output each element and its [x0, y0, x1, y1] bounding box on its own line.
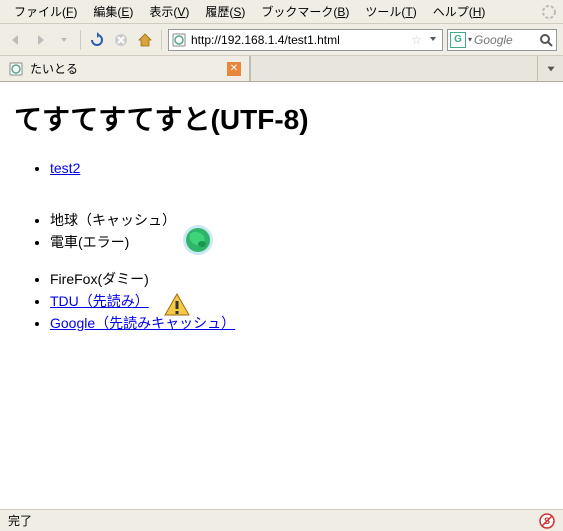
status-bar: 完了 S [0, 509, 563, 531]
tab-spacer [250, 56, 537, 81]
search-input[interactable] [474, 33, 536, 47]
link-google[interactable]: Google（先読みキャッシュ） [50, 315, 235, 331]
throbber-icon [541, 4, 557, 20]
list-item: Google（先読みキャッシュ） [50, 313, 549, 334]
list-item: test2 [50, 158, 549, 179]
page-icon [171, 32, 187, 48]
page-heading: てすてすてすと(UTF-8) [14, 98, 549, 138]
menu-view[interactable]: 表示(V) [141, 1, 197, 22]
link-test2[interactable]: test2 [50, 160, 80, 176]
menu-help[interactable]: ヘルプ(H) [425, 1, 494, 22]
search-engine-dropdown[interactable]: ▾ [468, 35, 472, 44]
list-item: 地球（キャッシュ） [50, 210, 549, 231]
menu-bookmarks[interactable]: ブックマーク(B) [253, 1, 357, 22]
noscript-icon[interactable]: S [539, 513, 555, 529]
stop-button[interactable] [111, 30, 131, 50]
tab-title: たいとる [30, 60, 221, 77]
url-dropdown[interactable] [426, 33, 440, 47]
bookmark-star-icon[interactable]: ☆ [411, 33, 422, 47]
link-list: test2 地球（キャッシュ） 電車(エラー) FireFox(ダミー) TDU… [14, 158, 549, 334]
url-bar: ☆ [168, 29, 443, 51]
search-engine-icon[interactable]: G [450, 32, 466, 48]
home-button[interactable] [135, 30, 155, 50]
spacer [50, 195, 549, 209]
page-content: てすてすてすと(UTF-8) test2 地球（キャッシュ） 電車(エラー) F… [0, 82, 563, 509]
separator [161, 30, 162, 50]
back-button[interactable] [6, 30, 26, 50]
list-item: 電車(エラー) [50, 232, 549, 253]
spacer [50, 180, 549, 194]
tab-list-dropdown[interactable] [537, 56, 563, 81]
list-item: FireFox(ダミー) [50, 269, 549, 290]
tab-bar: たいとる ✕ [0, 56, 563, 82]
globe-icon [182, 224, 214, 256]
menubar: ファイル(F) 編集(E) 表示(V) 履歴(S) ブックマーク(B) ツール(… [0, 0, 563, 24]
forward-button[interactable] [30, 30, 50, 50]
search-bar: G ▾ [447, 29, 557, 51]
status-text: 完了 [8, 512, 539, 529]
separator [80, 30, 81, 50]
reload-button[interactable] [87, 30, 107, 50]
menu-edit[interactable]: 編集(E) [85, 1, 141, 22]
spacer [50, 254, 549, 268]
recent-dropdown[interactable] [54, 30, 74, 50]
menu-history[interactable]: 履歴(S) [197, 1, 253, 22]
link-tdu[interactable]: TDU（先読み） [50, 293, 149, 309]
url-input[interactable] [191, 33, 407, 47]
toolbar: ☆ G ▾ [0, 24, 563, 56]
page-icon [8, 61, 24, 77]
tab-close-icon[interactable]: ✕ [227, 62, 241, 76]
warning-icon [164, 293, 190, 317]
tab[interactable]: たいとる ✕ [0, 56, 250, 81]
search-go-icon[interactable] [538, 32, 554, 48]
menu-file[interactable]: ファイル(F) [6, 1, 85, 22]
menu-tools[interactable]: ツール(T) [357, 1, 424, 22]
list-item: TDU（先読み） [50, 291, 549, 312]
